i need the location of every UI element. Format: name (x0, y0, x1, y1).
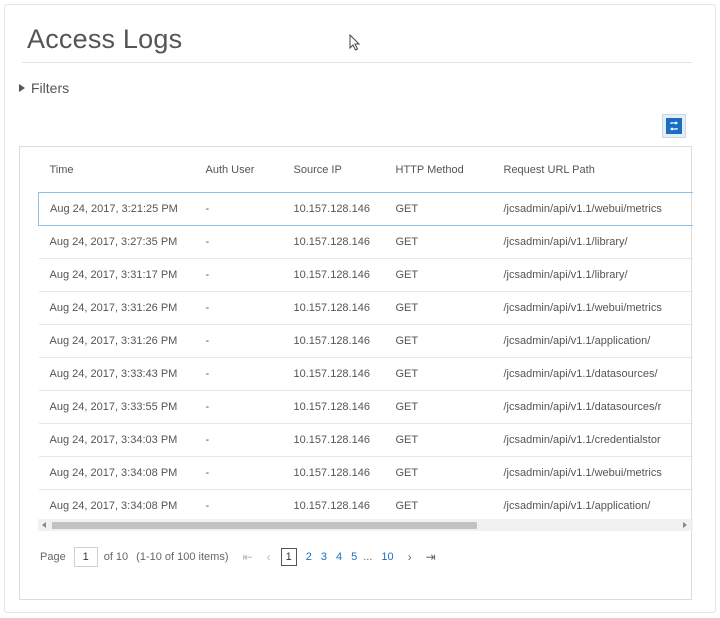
cell-source-ip: 10.157.128.146 (282, 225, 385, 259)
table-row[interactable]: Aug 24, 2017, 3:31:26 PM - 10.157.128.14… (38, 291, 693, 325)
cell-http-method: GET (384, 357, 493, 391)
cell-auth-user: - (194, 192, 283, 226)
column-header-http-method[interactable]: HTTP Method (385, 147, 493, 193)
cell-source-ip: 10.157.128.146 (282, 258, 385, 292)
cell-time: Aug 24, 2017, 3:33:43 PM (38, 357, 195, 391)
cell-source-ip: 10.157.128.146 (282, 291, 385, 325)
cell-source-ip: 10.157.128.146 (282, 489, 385, 522)
access-logs-panel: Time Auth User Source IP HTTP Method Req… (19, 146, 693, 600)
cell-time: Aug 24, 2017, 3:31:26 PM (38, 324, 195, 358)
cell-auth-user: - (194, 258, 283, 292)
page-link[interactable]: 3 (321, 551, 327, 563)
cell-http-method: GET (384, 324, 493, 358)
table-row[interactable]: Aug 24, 2017, 3:31:26 PM - 10.157.128.14… (38, 324, 693, 358)
scroll-left-icon[interactable] (42, 522, 46, 528)
cell-auth-user: - (194, 456, 283, 490)
cell-request-url-path: /jcsadmin/api/v1.1/webui/metrics (492, 291, 693, 325)
filters-toggle[interactable]: Filters (19, 80, 69, 96)
cell-auth-user: - (194, 423, 283, 457)
access-logs-table: Time Auth User Source IP HTTP Method Req… (38, 147, 693, 522)
cell-auth-user: - (194, 489, 283, 522)
cell-http-method: GET (384, 291, 493, 325)
refresh-button[interactable] (662, 114, 686, 138)
filters-label: Filters (31, 80, 70, 96)
page-link[interactable]: 4 (336, 551, 342, 563)
previous-page-icon[interactable]: ‹ (267, 550, 271, 564)
cell-source-ip: 10.157.128.146 (282, 324, 385, 358)
cell-time: Aug 24, 2017, 3:31:26 PM (38, 291, 195, 325)
table-row[interactable]: Aug 24, 2017, 3:33:43 PM - 10.157.128.14… (38, 357, 693, 391)
cell-auth-user: - (194, 225, 283, 259)
table-row[interactable]: Aug 24, 2017, 3:33:55 PM - 10.157.128.14… (38, 390, 693, 424)
mouse-cursor-icon (349, 34, 361, 51)
table-row[interactable]: Aug 24, 2017, 3:31:17 PM - 10.157.128.14… (38, 258, 693, 292)
cell-http-method: GET (384, 258, 493, 292)
column-header-request-url-path[interactable]: Request URL Path (493, 147, 694, 193)
cell-time: Aug 24, 2017, 3:34:08 PM (38, 456, 195, 490)
cell-request-url-path: /jcsadmin/api/v1.1/webui/metrics (492, 192, 693, 226)
cell-request-url-path: /jcsadmin/api/v1.1/library/ (492, 258, 693, 292)
table-row[interactable]: Aug 24, 2017, 3:34:03 PM - 10.157.128.14… (38, 423, 693, 457)
cell-http-method: GET (384, 423, 493, 457)
cell-http-method: GET (384, 225, 493, 259)
table-viewport[interactable]: Time Auth User Source IP HTTP Method Req… (38, 147, 693, 527)
cell-http-method: GET (384, 192, 493, 226)
cell-request-url-path: /jcsadmin/api/v1.1/webui/metrics (492, 456, 693, 490)
cell-time: Aug 24, 2017, 3:34:08 PM (38, 489, 195, 522)
table-header-row: Time Auth User Source IP HTTP Method Req… (39, 147, 694, 193)
table-row[interactable]: Aug 24, 2017, 3:34:08 PM - 10.157.128.14… (38, 456, 693, 490)
page-link[interactable]: 5 (351, 551, 357, 563)
column-header-source-ip[interactable]: Source IP (283, 147, 385, 193)
cell-request-url-path: /jcsadmin/api/v1.1/application/ (492, 324, 693, 358)
scroll-right-icon[interactable] (683, 522, 687, 528)
cell-http-method: GET (384, 489, 493, 522)
cell-time: Aug 24, 2017, 3:27:35 PM (38, 225, 195, 259)
scrollbar-thumb[interactable] (52, 522, 477, 529)
horizontal-scrollbar[interactable] (38, 519, 693, 531)
cell-http-method: GET (384, 456, 493, 490)
column-header-time[interactable]: Time (39, 147, 195, 193)
last-page-icon[interactable]: ⇥ (426, 550, 436, 564)
cell-source-ip: 10.157.128.146 (282, 423, 385, 457)
table-row[interactable]: Aug 24, 2017, 3:34:08 PM - 10.157.128.14… (38, 489, 693, 522)
cell-request-url-path: /jcsadmin/api/v1.1/application/ (492, 489, 693, 522)
cell-time: Aug 24, 2017, 3:31:17 PM (38, 258, 195, 292)
table-row[interactable]: Aug 24, 2017, 3:21:25 PM - 10.157.128.14… (38, 192, 693, 226)
page-link[interactable]: 2 (306, 551, 312, 563)
next-page-icon[interactable]: › (408, 550, 412, 564)
cell-source-ip: 10.157.128.146 (282, 192, 385, 226)
cell-time: Aug 24, 2017, 3:33:55 PM (38, 390, 195, 424)
cell-http-method: GET (384, 390, 493, 424)
cell-auth-user: - (194, 324, 283, 358)
cell-time: Aug 24, 2017, 3:21:25 PM (38, 192, 195, 226)
cell-request-url-path: /jcsadmin/api/v1.1/datasources/r (492, 390, 693, 424)
pagination: Page of 10 (1-10 of 100 items) ⇤ ‹ 1 2 3… (40, 545, 436, 569)
cell-auth-user: - (194, 390, 283, 424)
page-link-current[interactable]: 1 (280, 548, 297, 566)
table-row[interactable]: Aug 24, 2017, 3:27:35 PM - 10.157.128.14… (38, 225, 693, 259)
cell-source-ip: 10.157.128.146 (282, 390, 385, 424)
title-divider (22, 62, 692, 63)
cell-time: Aug 24, 2017, 3:34:03 PM (38, 423, 195, 457)
cell-request-url-path: /jcsadmin/api/v1.1/credentialstor (492, 423, 693, 457)
page-label: Page (40, 551, 66, 563)
column-header-auth-user[interactable]: Auth User (195, 147, 283, 193)
page-number-input[interactable] (73, 547, 98, 567)
cell-auth-user: - (194, 291, 283, 325)
page-title: Access Logs (27, 24, 183, 54)
cell-request-url-path: /jcsadmin/api/v1.1/datasources/ (492, 357, 693, 391)
refresh-icon (666, 118, 682, 134)
cell-auth-user: - (194, 357, 283, 391)
page-link-last[interactable]: 10 (381, 551, 393, 563)
cell-source-ip: 10.157.128.146 (282, 456, 385, 490)
items-info: (1-10 of 100 items) (136, 551, 229, 563)
page-of-label: of 10 (103, 551, 129, 563)
first-page-icon[interactable]: ⇤ (243, 550, 253, 564)
cell-source-ip: 10.157.128.146 (282, 357, 385, 391)
cell-request-url-path: /jcsadmin/api/v1.1/library/ (492, 225, 693, 259)
page-ellipsis: ... (363, 551, 373, 563)
caret-right-icon (19, 84, 25, 92)
